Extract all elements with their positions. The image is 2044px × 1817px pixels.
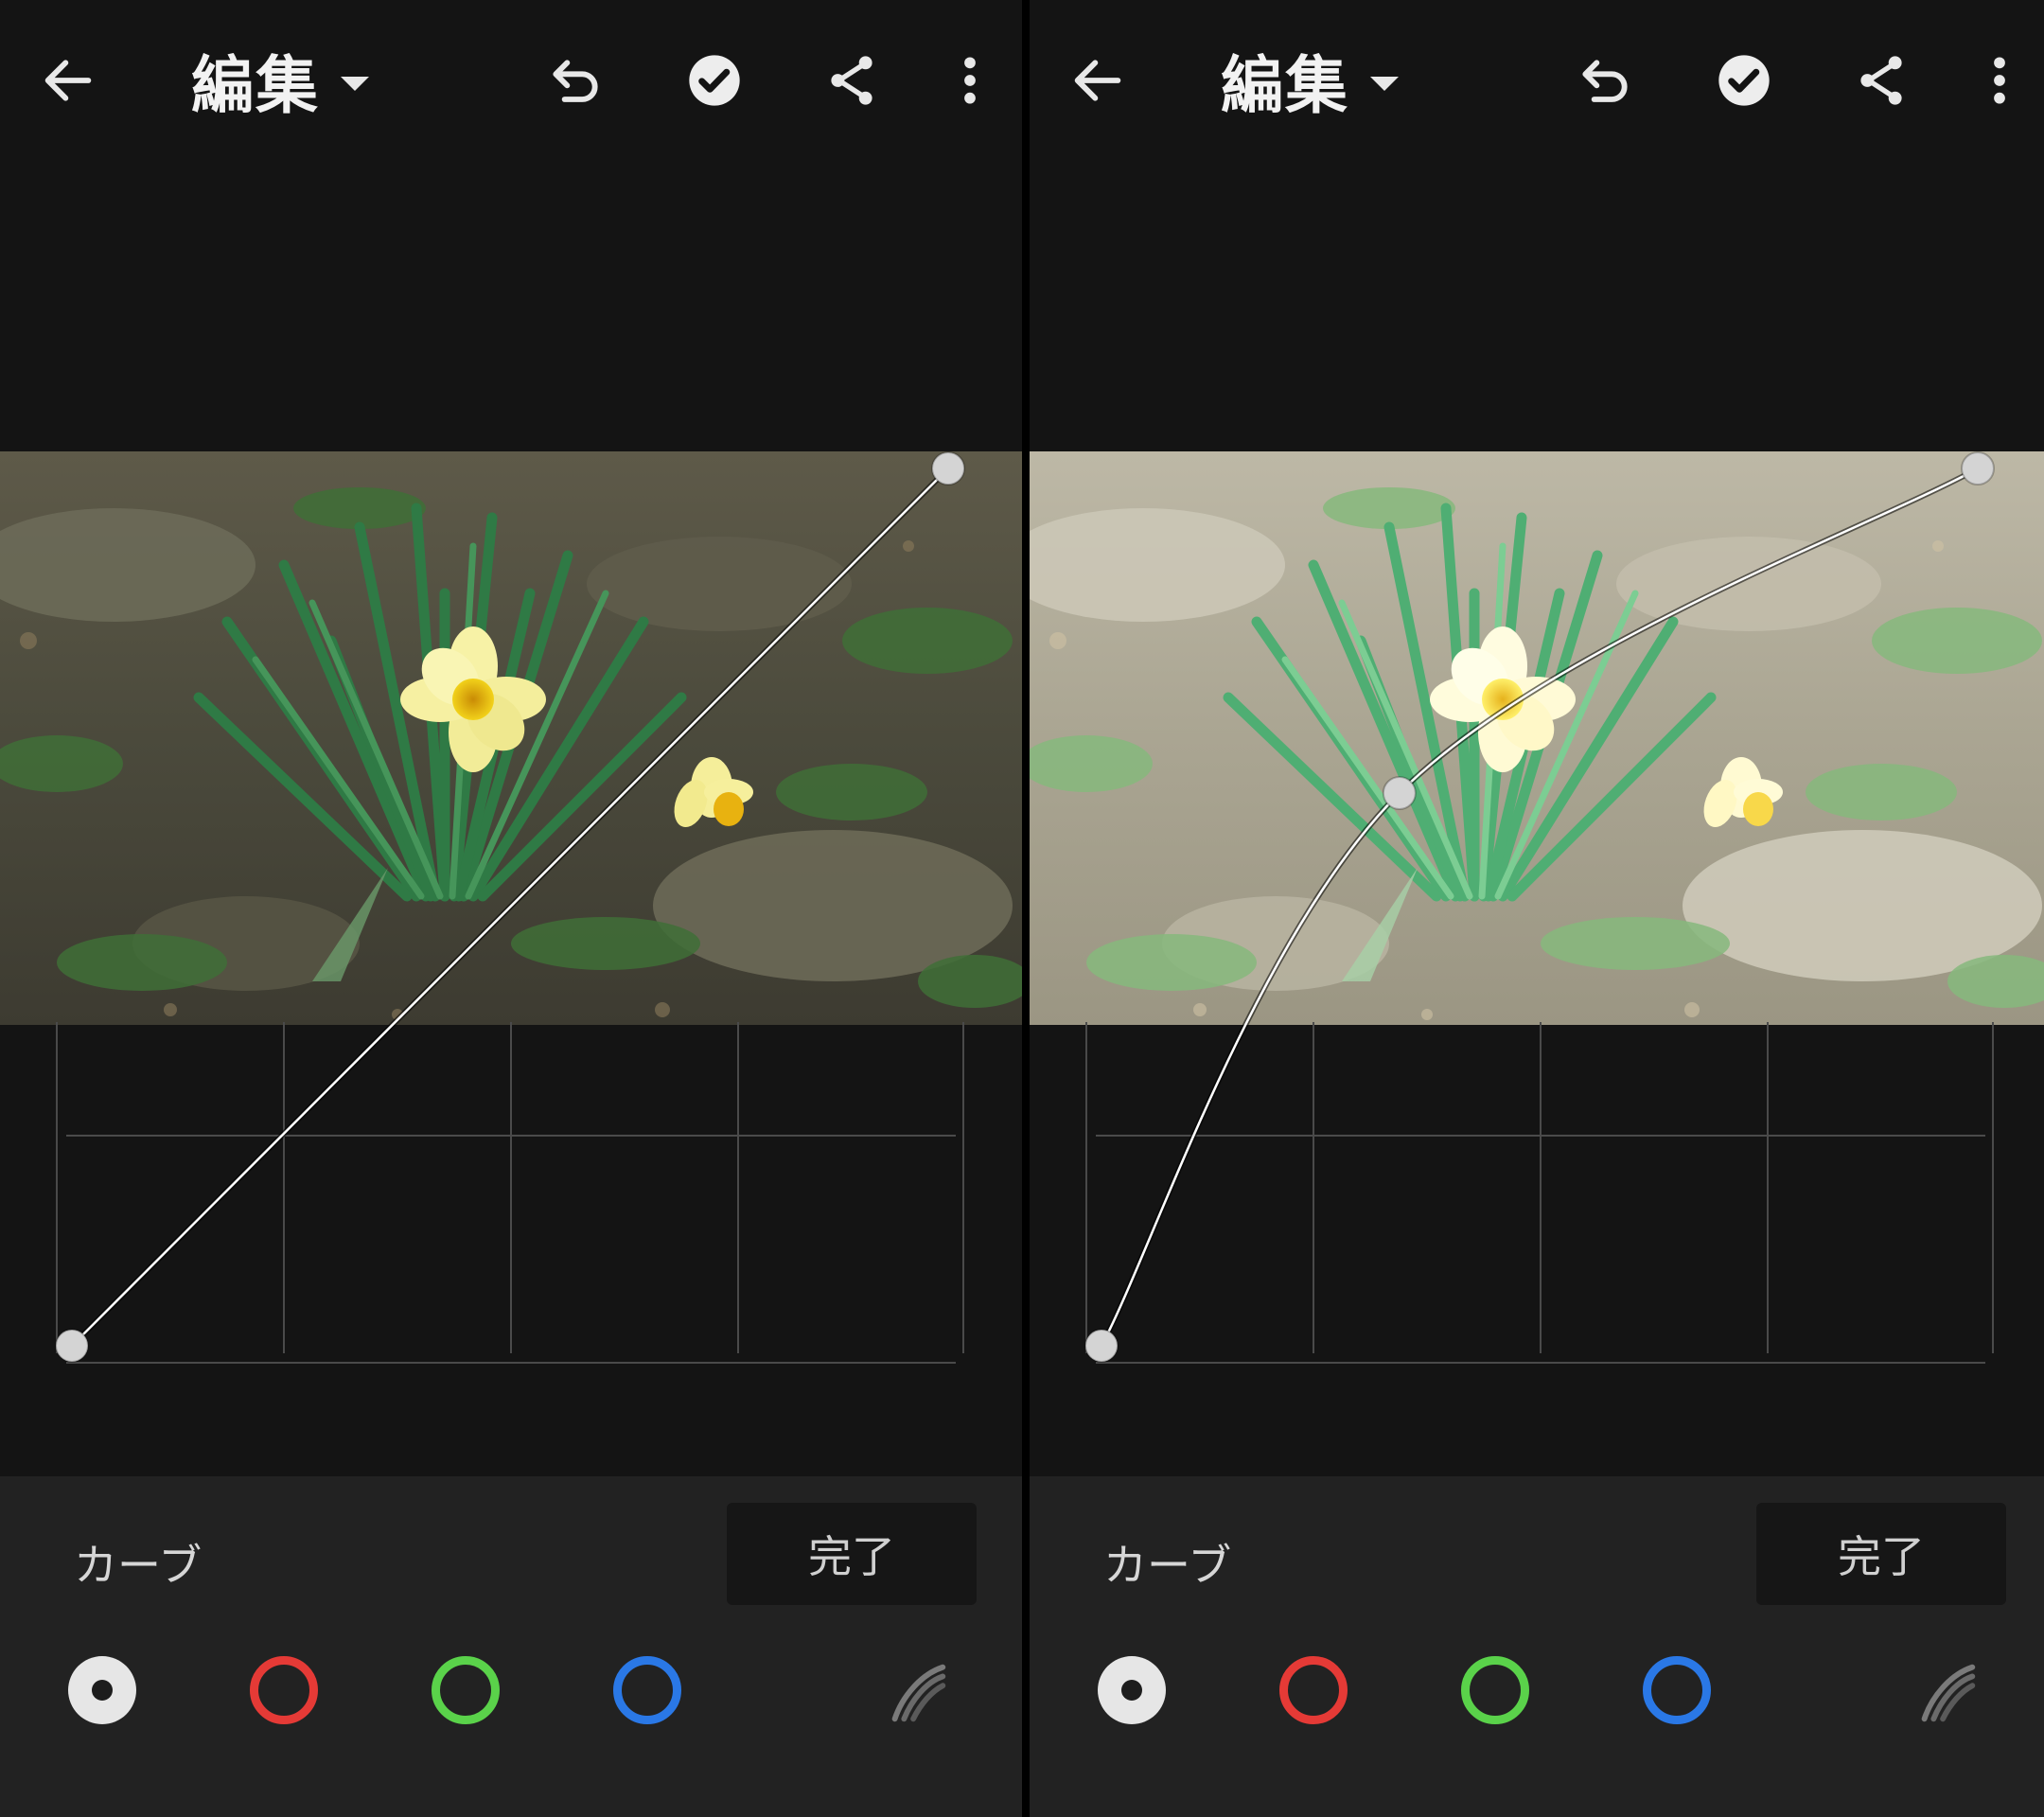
share-icon[interactable] [1843, 43, 1919, 118]
done-button[interactable]: 完了 [727, 1503, 977, 1605]
curve-point-handle[interactable] [1084, 1329, 1119, 1363]
channel-blue-button[interactable] [1643, 1656, 1711, 1724]
channel-red-button[interactable] [1279, 1656, 1348, 1724]
channel-green-button[interactable] [1461, 1656, 1529, 1724]
top-bar: 編集 [1030, 0, 2044, 161]
curve-point-handle[interactable] [55, 1329, 89, 1363]
more-vertical-icon[interactable] [932, 43, 1008, 118]
curve-point-handle[interactable] [931, 451, 965, 485]
channel-green-button[interactable] [432, 1656, 500, 1724]
edit-mode-selector[interactable]: 編集 [191, 38, 369, 123]
channel-blue-button[interactable] [613, 1656, 681, 1724]
editor-panel-left: 編集 カーブ 完了 [0, 0, 1022, 1817]
done-button[interactable]: 完了 [1756, 1503, 2006, 1605]
bottom-tool-panel: カーブ 完了 [1030, 1476, 2044, 1817]
channel-rgb-button[interactable] [1098, 1656, 1166, 1724]
swirl-icon[interactable] [1910, 1656, 1983, 1730]
tool-name: カーブ [74, 1540, 203, 1591]
caret-down-icon [1370, 76, 1399, 91]
curve-grid [1085, 1022, 1994, 1364]
tool-name: カーブ [1103, 1540, 1232, 1591]
arrow-left-icon[interactable] [30, 43, 106, 118]
top-bar: 編集 [0, 0, 1022, 161]
selected-dot-icon [1121, 1680, 1142, 1701]
photo-preview [1030, 451, 2044, 1025]
page-title: 編集 [1221, 49, 1349, 122]
check-circle-icon[interactable] [677, 43, 752, 118]
edit-mode-selector[interactable]: 編集 [1221, 38, 1399, 123]
comparison-stage: 編集 カーブ 完了 編集 カーブ 完了 [0, 0, 2044, 1817]
curve-grid [56, 1022, 964, 1364]
editor-panel-right: 編集 カーブ 完了 [1030, 0, 2044, 1817]
undo-icon[interactable] [1569, 43, 1645, 118]
share-icon[interactable] [814, 43, 890, 118]
photo-preview [0, 451, 1022, 1025]
caret-down-icon [341, 76, 369, 91]
curve-point-handle[interactable] [1382, 775, 1417, 810]
undo-icon[interactable] [539, 43, 615, 118]
curve-point-handle[interactable] [1961, 451, 1995, 485]
check-circle-icon[interactable] [1706, 43, 1782, 118]
selected-dot-icon [92, 1680, 113, 1701]
channel-red-button[interactable] [250, 1656, 318, 1724]
swirl-icon[interactable] [880, 1656, 954, 1730]
page-title: 編集 [191, 49, 320, 122]
more-vertical-icon[interactable] [1962, 43, 2037, 118]
channel-rgb-button[interactable] [68, 1656, 136, 1724]
bottom-tool-panel: カーブ 完了 [0, 1476, 1022, 1817]
arrow-left-icon[interactable] [1060, 43, 1136, 118]
